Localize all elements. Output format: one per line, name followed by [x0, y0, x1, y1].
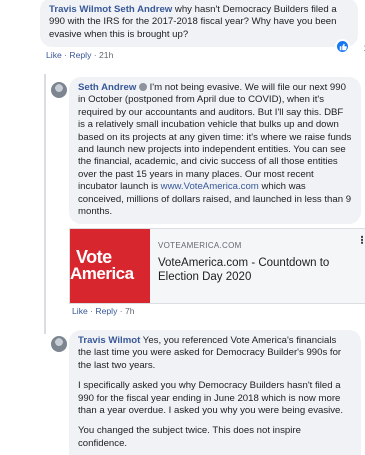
- timestamp[interactable]: 7h: [125, 306, 135, 316]
- comment-travis-1: Travis Wilmot Seth Andrew why hasn't Dem…: [40, 0, 365, 61]
- avatar[interactable]: [51, 336, 67, 352]
- comment-paragraph-3: You changed the subject twice. This does…: [78, 425, 301, 449]
- thread-line: [44, 74, 46, 334]
- like-link[interactable]: Like: [46, 50, 62, 60]
- comment-author[interactable]: Travis Wilmot: [49, 4, 111, 15]
- more-options-icon[interactable]: ⁝: [360, 233, 364, 247]
- link-preview-image[interactable]: Vote America: [70, 229, 150, 303]
- mention-link[interactable]: Seth Andrew: [114, 4, 172, 15]
- comment-author[interactable]: Travis Wilmot: [78, 335, 140, 346]
- timestamp[interactable]: 21h: [99, 50, 113, 60]
- comment-thread: Travis Wilmot Seth Andrew why hasn't Dem…: [0, 0, 365, 455]
- link-preview-card[interactable]: Vote America VOTEAMERICA.COM VoteAmerica…: [69, 228, 365, 304]
- comment-bubble: Travis Wilmot Seth Andrew why hasn't Dem…: [40, 0, 365, 55]
- reply-travis: Travis Wilmot Yes, you referenced Vote A…: [69, 330, 361, 455]
- logo-text-america: America: [70, 264, 134, 283]
- external-link[interactable]: www.VoteAmerica.com: [161, 181, 259, 192]
- reply-link[interactable]: Reply: [69, 50, 91, 60]
- comment-bubble: Seth Andrew I'm not being evasive. We wi…: [69, 77, 361, 225]
- link-preview-body: VOTEAMERICA.COM VoteAmerica.com - Countd…: [150, 229, 365, 303]
- avatar[interactable]: [51, 82, 67, 98]
- reply-seth: Seth Andrew I'm not being evasive. We wi…: [69, 77, 361, 225]
- link-domain: VOTEAMERICA.COM: [158, 241, 242, 250]
- comment-actions: Like · Reply · 21h: [46, 50, 114, 61]
- comment-author[interactable]: Seth Andrew: [78, 82, 136, 93]
- comment-bubble: Travis Wilmot Yes, you referenced Vote A…: [69, 330, 361, 455]
- comment-text: I'm not being evasive. We will file our …: [78, 82, 352, 193]
- link-title[interactable]: VoteAmerica.com - Countdown to Election …: [158, 256, 360, 284]
- comment-actions: Like · Reply · 7h: [72, 306, 135, 316]
- comment-paragraph-2: I specifically asked you why Democracy B…: [78, 380, 344, 417]
- verified-icon: [138, 83, 147, 92]
- reply-link[interactable]: Reply: [95, 306, 117, 316]
- like-link[interactable]: Like: [72, 306, 88, 316]
